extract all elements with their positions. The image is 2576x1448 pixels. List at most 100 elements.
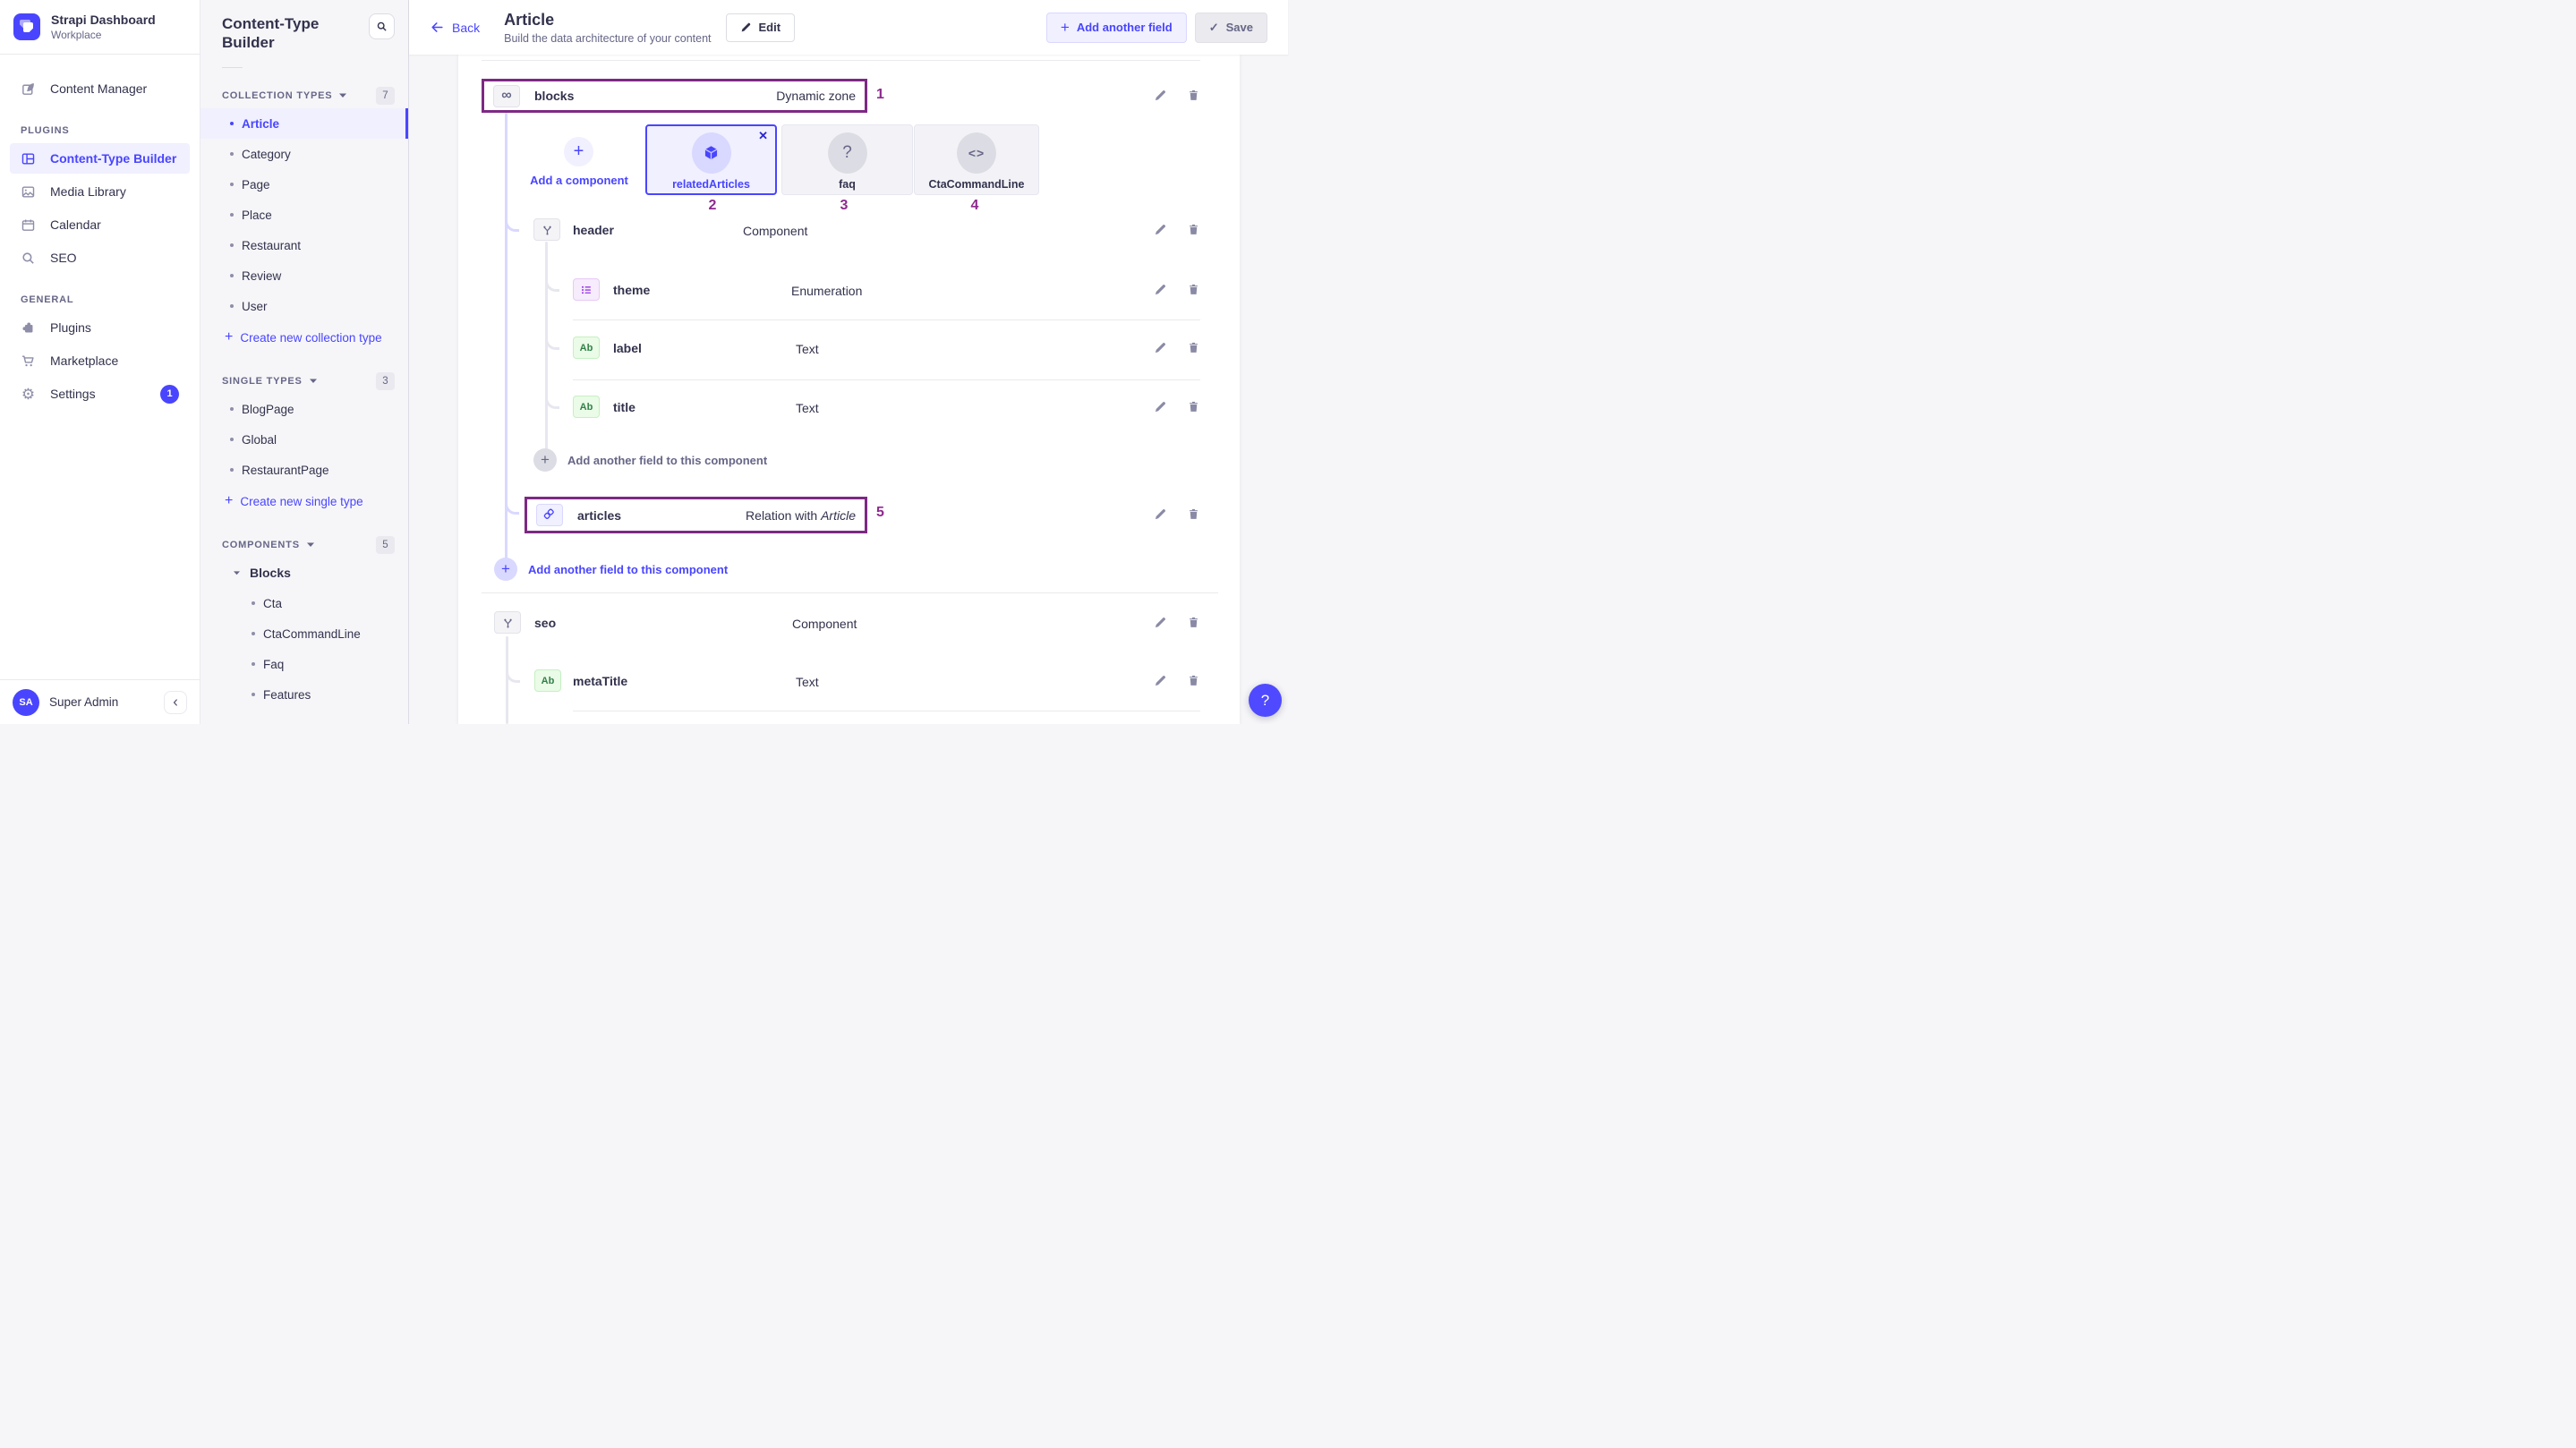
component-icon (533, 218, 560, 241)
bullet-icon (230, 468, 234, 472)
delete-field-button[interactable] (1187, 341, 1200, 354)
bullet-icon (230, 213, 234, 217)
collection-item-user[interactable]: User (200, 291, 408, 321)
component-item-ctacommandline[interactable]: CtaCommandLine (200, 618, 408, 649)
app-title: Strapi Dashboard (51, 13, 156, 28)
divider (482, 60, 1200, 61)
component-item-cta[interactable]: Cta (200, 588, 408, 618)
gear-icon: ⚙ (21, 387, 36, 402)
plus-icon: + (225, 494, 233, 508)
sidebar-item-settings[interactable]: ⚙ Settings 1 (10, 379, 190, 409)
sidebar-footer: SA Super Admin (0, 679, 200, 724)
close-icon[interactable]: ✕ (758, 129, 768, 143)
collection-item-article[interactable]: Article (200, 108, 408, 139)
sidebar-item-calendar[interactable]: Calendar (10, 209, 190, 240)
collection-item-restaurant[interactable]: Restaurant (200, 230, 408, 260)
edit-field-button[interactable] (1154, 400, 1167, 413)
row-actions-label (1154, 341, 1200, 354)
add-component-button[interactable]: + (564, 137, 593, 166)
component-card-faq[interactable]: ? faq (781, 124, 913, 195)
feather-pen-icon (21, 81, 36, 97)
edit-field-button[interactable] (1154, 507, 1167, 521)
edit-field-button[interactable] (1154, 674, 1167, 687)
edit-field-button[interactable] (1154, 616, 1167, 629)
dynamic-zone-icon: ∞ (493, 85, 520, 107)
delete-field-button[interactable] (1187, 283, 1200, 296)
components-header[interactable]: COMPONENTS 5 (222, 536, 395, 554)
delete-field-button[interactable] (1187, 89, 1200, 102)
single-item-blogpage[interactable]: BlogPage (200, 394, 408, 424)
field-type: Enumeration (791, 284, 862, 298)
sidebar-item-marketplace[interactable]: Marketplace (10, 345, 190, 376)
sidebar-item-label: Plugins (50, 320, 91, 335)
sidebar-item-media-library[interactable]: Media Library (10, 176, 190, 207)
search-button[interactable] (369, 13, 395, 39)
delete-field-button[interactable] (1187, 674, 1200, 687)
sidebar-item-label: SEO (50, 251, 77, 265)
delete-field-button[interactable] (1187, 507, 1200, 521)
back-link[interactable]: Back (430, 20, 480, 35)
edit-field-button[interactable] (1154, 89, 1167, 102)
sidebar-item-seo[interactable]: SEO (10, 243, 190, 273)
row-actions-articles (1154, 507, 1200, 521)
collapse-sidebar-button[interactable] (164, 691, 187, 714)
create-single-type-link[interactable]: + Create new single type (200, 485, 408, 517)
annotation-2: 2 (709, 198, 717, 214)
edit-button[interactable]: Edit (726, 13, 796, 42)
sidebar-item-content-manager[interactable]: Content Manager (10, 73, 190, 104)
text-field-icon: Ab (573, 336, 600, 359)
delete-field-button[interactable] (1187, 616, 1200, 629)
add-field-to-component-button[interactable]: + (494, 558, 517, 581)
avatar[interactable]: SA (13, 689, 39, 716)
component-item-features[interactable]: Features (200, 679, 408, 710)
add-field-to-component-label[interactable]: Add another field to this component (567, 454, 767, 467)
add-field-to-component-button[interactable]: + (533, 448, 557, 472)
single-item-global[interactable]: Global (200, 424, 408, 455)
collection-item-category[interactable]: Category (200, 139, 408, 169)
chevron-down-icon (309, 378, 318, 385)
field-name: seo (534, 616, 556, 630)
main-sidebar: Strapi Dashboard Workplace Content Manag… (0, 0, 200, 724)
row-actions-theme (1154, 283, 1200, 296)
divider (222, 67, 243, 68)
edit-field-button[interactable] (1154, 223, 1167, 236)
bullet-icon (252, 632, 255, 635)
field-row-blocks[interactable]: ∞ blocks Dynamic zone (482, 79, 867, 113)
collection-item-page[interactable]: Page (200, 169, 408, 200)
component-group-blocks[interactable]: Blocks (200, 558, 408, 588)
components-count-badge: 5 (376, 536, 395, 554)
collection-types-header[interactable]: COLLECTION TYPES 7 (222, 87, 395, 105)
delete-field-button[interactable] (1187, 400, 1200, 413)
single-item-restaurantpage[interactable]: RestaurantPage (200, 455, 408, 485)
delete-field-button[interactable] (1187, 223, 1200, 236)
add-component-label[interactable]: Add a component (512, 174, 646, 187)
row-actions-title (1154, 400, 1200, 413)
field-row-articles[interactable]: articles Relation with Article (525, 497, 867, 533)
component-card-ctacommandline[interactable]: <> CtaCommandLine (914, 124, 1039, 195)
component-icon (494, 611, 521, 634)
add-another-field-button[interactable]: + Add another field (1046, 13, 1187, 43)
create-collection-type-link[interactable]: + Create new collection type (200, 321, 408, 353)
bullet-icon (230, 407, 234, 411)
annotation-5: 5 (876, 505, 884, 521)
save-button[interactable]: ✓ Save (1195, 13, 1267, 43)
add-field-to-component-label[interactable]: Add another field to this component (528, 563, 728, 576)
sidebar-item-plugins[interactable]: Plugins (10, 312, 190, 343)
chevron-down-icon (338, 92, 347, 99)
edit-field-button[interactable] (1154, 283, 1167, 296)
help-button[interactable]: ? (1249, 684, 1282, 717)
text-field-icon: Ab (534, 669, 561, 692)
sidebar-item-content-type-builder[interactable]: Content-Type Builder (10, 143, 190, 174)
question-mark-icon: ? (842, 143, 852, 163)
collection-item-place[interactable]: Place (200, 200, 408, 230)
bullet-icon (230, 152, 234, 156)
annotation-3: 3 (840, 198, 849, 214)
single-types-header[interactable]: SINGLE TYPES 3 (222, 372, 395, 390)
field-type: Component (792, 617, 857, 631)
component-item-faq[interactable]: Faq (200, 649, 408, 679)
collection-item-review[interactable]: Review (200, 260, 408, 291)
page-title: Article (504, 11, 711, 30)
edit-field-button[interactable] (1154, 341, 1167, 354)
chevron-down-icon (233, 570, 241, 576)
component-card-relatedarticles[interactable]: ✕ relatedArticles (645, 124, 777, 195)
